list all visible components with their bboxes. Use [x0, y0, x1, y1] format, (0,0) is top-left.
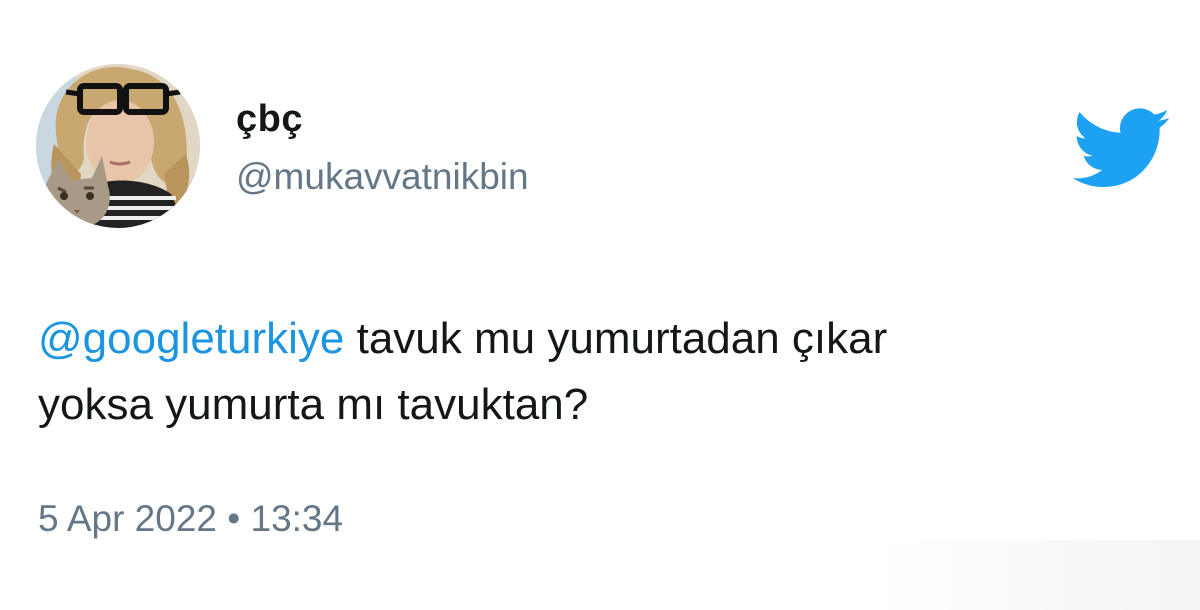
- tweet-text-line1: tavuk mu yumurtadan çıkar: [344, 314, 888, 363]
- twitter-bird-icon[interactable]: [1072, 108, 1172, 190]
- tweet-timestamp[interactable]: 5 Apr 2022 • 13:34: [38, 498, 343, 540]
- user-handle[interactable]: @mukavvatnikbin: [236, 156, 529, 198]
- avatar[interactable]: [36, 64, 200, 228]
- bottom-shadow: [880, 540, 1200, 610]
- tweet-text: @googleturkiye tavuk mu yumurtadan çıkar…: [38, 306, 1138, 438]
- tweet-card: çbç @mukavvatnikbin @googleturkiye tavuk…: [0, 0, 1200, 610]
- avatar-photo: [36, 64, 200, 228]
- tweet-text-line2: yoksa yumurta mı tavuktan?: [38, 380, 589, 429]
- mention-link[interactable]: @googleturkiye: [38, 314, 344, 363]
- display-name[interactable]: çbç: [236, 98, 303, 141]
